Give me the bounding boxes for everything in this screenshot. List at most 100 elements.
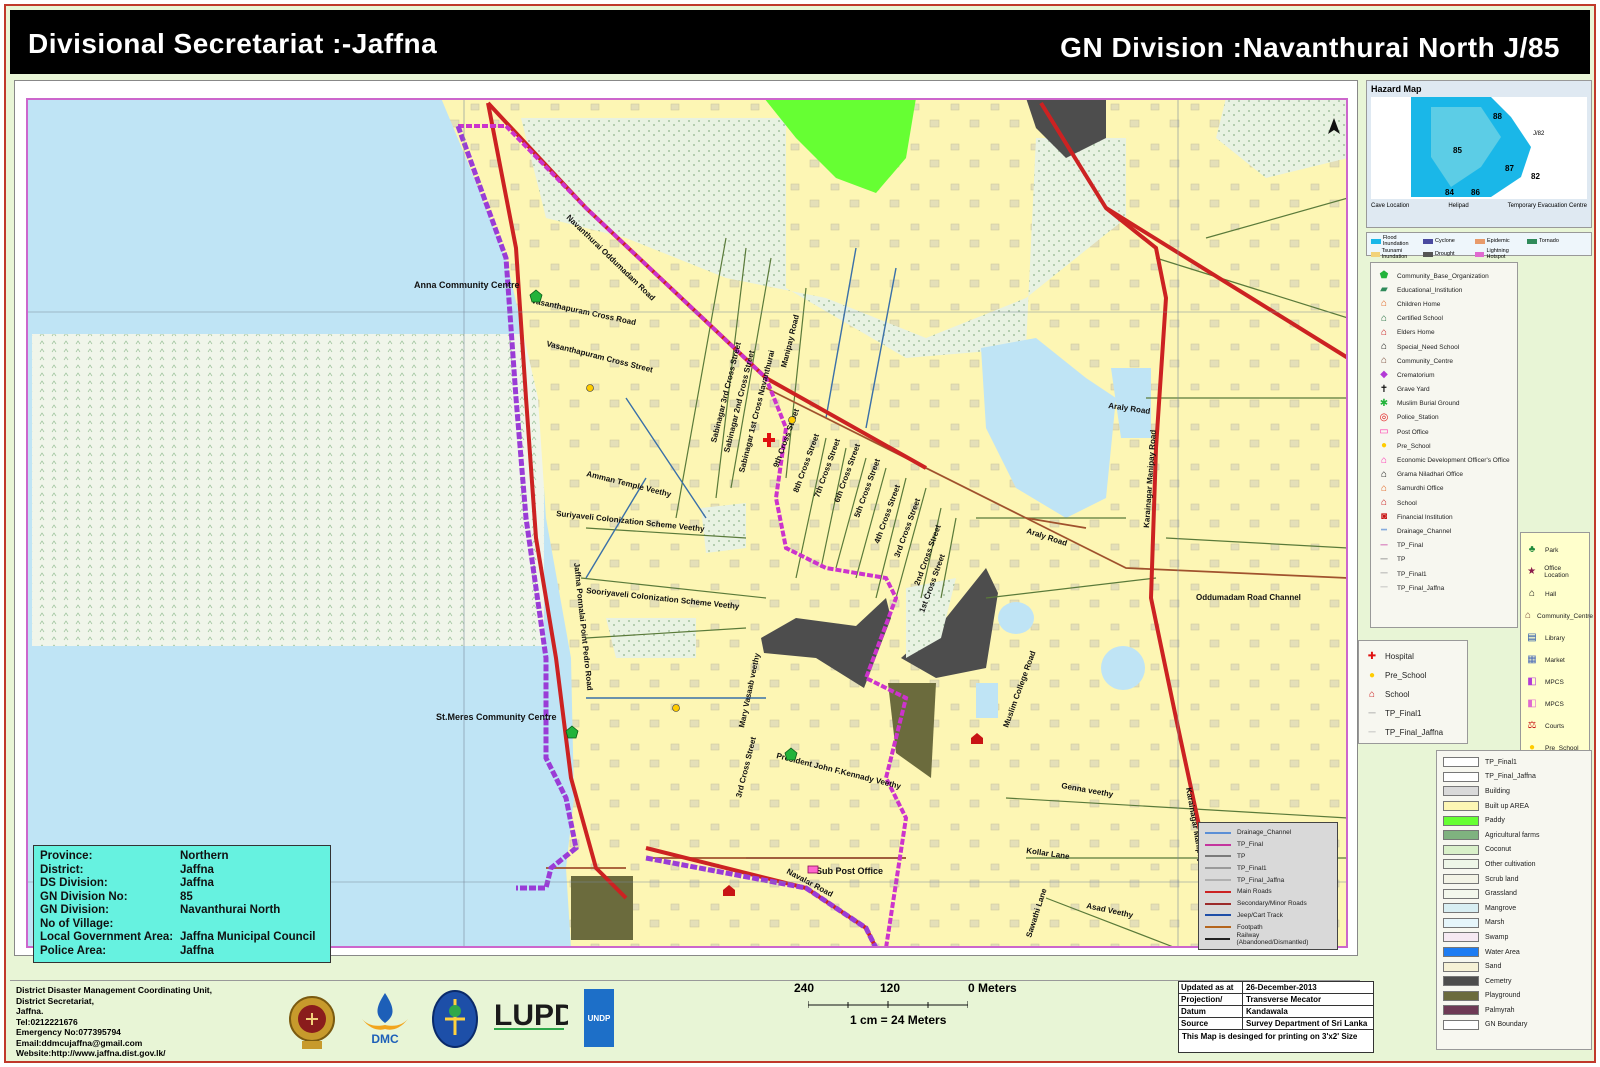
post-office-icon [807, 865, 819, 874]
footer: District Disaster Management Coordinatin… [10, 980, 1374, 1060]
legend-label: Office Location [1544, 565, 1569, 579]
road-legend-label: Secondary/Minor Roads [1237, 900, 1307, 908]
landuse-item: Other cultivation [1443, 857, 1585, 872]
landuse-label: Other cultivation [1485, 860, 1536, 868]
legend-label: Educational_Institution [1397, 286, 1463, 294]
info-value: Navanthurai North [180, 904, 281, 916]
info-value: Jaffna [180, 877, 214, 889]
landuse-swatch [1443, 1019, 1479, 1030]
pre-school-icon: ● [1380, 440, 1388, 452]
scrub-patch-left [701, 503, 746, 553]
legend-label: Grave Yard [1397, 386, 1430, 394]
pond-east [1101, 646, 1145, 690]
legend-item: ⌂ Elders Home [1377, 326, 1511, 340]
landuse-item: Building [1443, 784, 1585, 799]
scale-line [808, 1001, 968, 1008]
contact-line: District Secretariat, [16, 995, 94, 1006]
label-stmeres-community: St.Meres Community Centre [436, 712, 557, 722]
legend-label: Pre_School [1397, 442, 1431, 450]
road-legend-line [1205, 831, 1231, 834]
landuse-swatch [1443, 932, 1479, 943]
legend-label: Pre_School [1385, 671, 1427, 680]
contact-line: Emergency No:077395794 [16, 1027, 121, 1037]
legend-label: Financial Institution [1397, 513, 1453, 521]
legend-item: ⌂ Community_Centre [1525, 605, 1593, 627]
road-legend-label: Footpath [1237, 923, 1263, 931]
road-legend-line [1205, 914, 1231, 917]
info-row: Police Area: Jaffna [40, 945, 324, 959]
contact-line: Email:ddmcujaffna@gmail.com [16, 1037, 143, 1048]
info-row: Province: Northern [40, 850, 324, 864]
meta-row: Updated as at 26-December-2013 [1179, 982, 1373, 994]
info-key: DS Division: [40, 877, 108, 889]
hazard-type-label: Tornado [1539, 238, 1559, 244]
info-key: GN Division No: [40, 890, 128, 903]
facilities-legend: ⬟ Community_Base_Organization ▰ Educational… [1370, 262, 1518, 628]
road-legend-item: TP_Final_Jaffna [1205, 874, 1331, 886]
ds-title: Divisional Secretariat :-Jaffna [28, 28, 438, 59]
office-location-icon: ★ [1527, 566, 1537, 577]
landuse-swatch [1443, 801, 1479, 812]
community-base-icon: ⬟ [1379, 270, 1389, 282]
road-legend-line [1205, 855, 1231, 858]
hazard-type-item: Tornado [1527, 235, 1579, 247]
landuse-label: TP_Final1 [1485, 758, 1517, 766]
hazard-swatch [1423, 251, 1433, 257]
hazard-type-label: Tsunami Inundation [1381, 248, 1408, 260]
mpcs2-icon: ◧ [1527, 698, 1537, 709]
tp-final-jaffna-icon: ─ [1368, 726, 1376, 738]
legend-label: Park [1545, 546, 1559, 554]
pre-school-icon [788, 416, 796, 424]
landuse-swatch [1443, 903, 1479, 914]
legend-label: Elders Home [1397, 329, 1435, 337]
legend-label: Market [1545, 656, 1565, 664]
road-legend-line [1205, 890, 1231, 893]
landuse-swatch [1443, 1005, 1479, 1016]
hazard-swatch [1475, 251, 1485, 257]
landuse-item: Marsh [1443, 916, 1585, 931]
landuse-label: Cemetry [1485, 977, 1512, 985]
legend-item: ♣ Park [1525, 539, 1585, 561]
road-legend-item: TP_Final1 [1205, 862, 1331, 874]
hazard-type-label: Epidemic [1487, 238, 1510, 244]
hazard-map-title: Hazard Map [1371, 84, 1422, 94]
legend-item: ⌂ Grama Niladhari Office [1377, 468, 1511, 482]
info-row: District: Jaffna [40, 864, 324, 878]
road-legend-label: Main Roads [1237, 888, 1272, 896]
landuse-item: Grassland [1443, 886, 1585, 901]
scale-tick-2: 0 Meters [968, 981, 1017, 995]
landuse-item: Coconut [1443, 843, 1585, 858]
scale-ratio: 1 cm = 24 Meters [850, 1013, 947, 1027]
legend-label: Samurdhi Office [1397, 485, 1444, 493]
info-key: Local Government Area: [40, 931, 174, 943]
legend-item: ⌂ Children Home [1377, 297, 1511, 311]
info-row: GN Division No: 85 [40, 891, 324, 905]
children-home-icon: ⌂ [1380, 298, 1388, 310]
hazard-legend-top: Cave Location Helipad Temporary Evacuation… [1371, 203, 1587, 215]
division-info-box: Province: Northern District: Jaffna DS Divis… [33, 845, 331, 963]
pre-school-icon [672, 704, 680, 712]
legend-item: ✚ Hospital [1365, 647, 1461, 666]
landuse-label: Sand [1485, 963, 1502, 971]
road-legend-label: Drainage_Channel [1237, 829, 1292, 837]
scale-tick-1: 120 [880, 981, 901, 995]
pre-school-icon [586, 384, 594, 392]
legend-item: ✱ Muslim Burial Ground [1377, 397, 1511, 411]
pond-small [998, 602, 1034, 634]
landuse-item: Built up AREA [1443, 799, 1585, 814]
legend-label: TP_Final1 [1397, 570, 1427, 578]
landuse-swatch [1443, 771, 1479, 782]
legend-item: ─ TP_Final1 [1365, 704, 1461, 723]
print-note: This Map is desinged for printing on 3'x… [1182, 1032, 1358, 1041]
main-map[interactable]: Navanthurai Oddumadam Road Vasanthapuram… [26, 98, 1348, 948]
courts-icon: ⚖ [1527, 720, 1537, 731]
landuse-label: TP_Final_Jaffna [1485, 773, 1536, 781]
pre-school-icon: ● [1368, 669, 1376, 681]
road-legend-label: TP_Final1 [1237, 864, 1267, 872]
svg-text:88: 88 [1493, 112, 1502, 121]
road-legend-item: Secondary/Minor Roads [1205, 898, 1331, 910]
landuse-item: TP_Final1 [1443, 755, 1585, 770]
road-legend-line [1205, 902, 1231, 905]
legend-label: TP [1397, 556, 1406, 564]
legend-item: ● Pre_School [1365, 666, 1461, 685]
